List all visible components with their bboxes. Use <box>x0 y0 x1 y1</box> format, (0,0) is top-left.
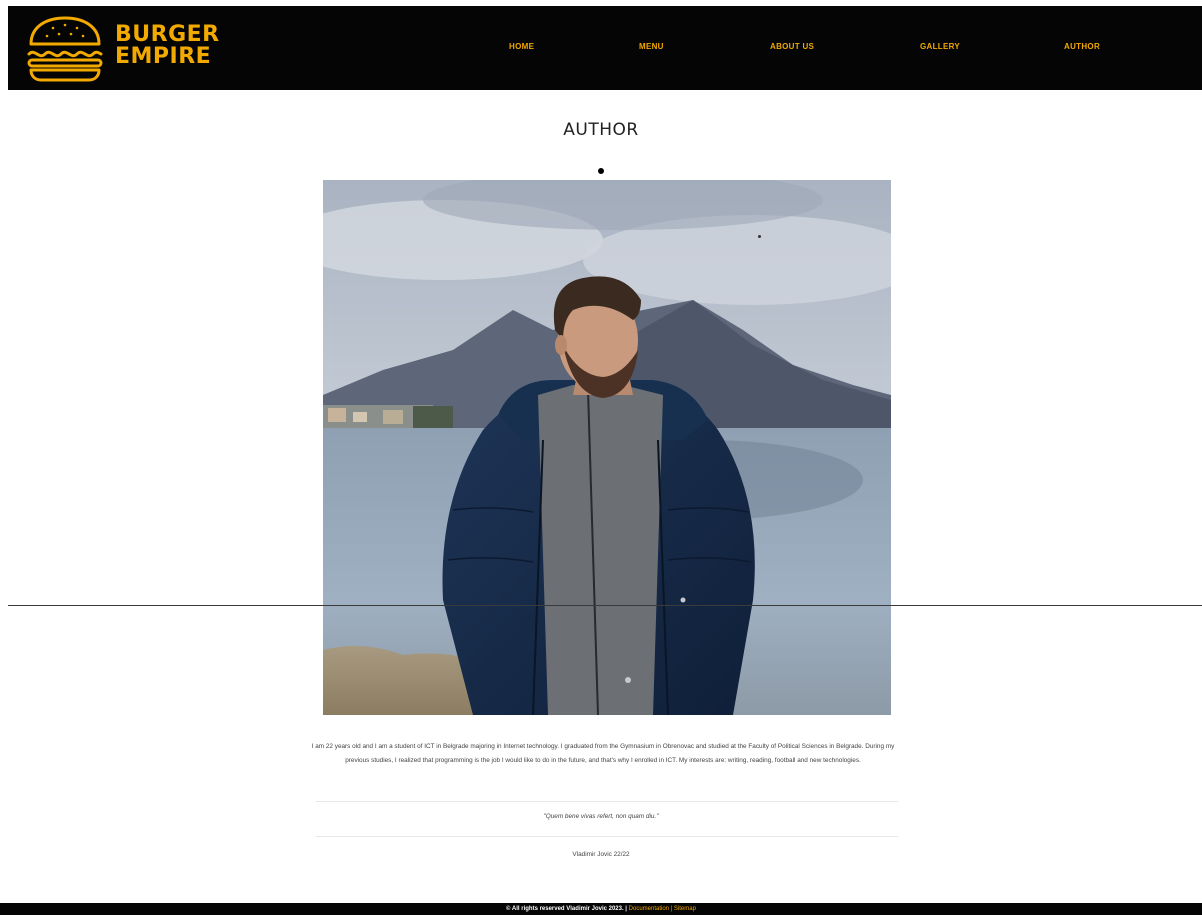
footer-copyright: © All rights reserved Vladimir Jovic 202… <box>506 906 627 912</box>
stray-dot <box>758 235 761 238</box>
title-dot <box>598 168 604 174</box>
separator-bottom <box>316 836 898 837</box>
main-nav: HOME MENU ABOUT US GALLERY AUTHOR <box>8 42 1202 56</box>
nav-gallery[interactable]: GALLERY <box>920 42 960 51</box>
author-signature: Vladimir Jovic 22/22 <box>572 851 630 858</box>
footer-documentation-link[interactable]: Documentation <box>629 906 669 912</box>
author-photo <box>323 180 891 715</box>
site-header: BURGER EMPIRE HOME MENU ABOUT US GALLERY… <box>8 6 1202 90</box>
author-bio: I am 22 years old and I am a student of … <box>311 743 895 764</box>
author-quote: "Quem bene vivas refert, non quam diu." <box>543 813 659 820</box>
page-title: AUTHOR <box>563 120 639 140</box>
separator-top <box>316 801 898 802</box>
nav-about-us[interactable]: ABOUT US <box>770 42 814 51</box>
nav-home[interactable]: HOME <box>509 42 534 51</box>
horizontal-rule <box>8 605 1202 606</box>
site-footer: © All rights reserved Vladimir Jovic 202… <box>0 903 1202 915</box>
nav-author[interactable]: AUTHOR <box>1064 42 1100 51</box>
author-portrait-illustration <box>323 180 891 715</box>
footer-sitemap-link[interactable]: Sitemap <box>674 906 696 912</box>
page: BURGER EMPIRE HOME MENU ABOUT US GALLERY… <box>0 0 1202 915</box>
nav-menu[interactable]: MENU <box>639 42 664 51</box>
